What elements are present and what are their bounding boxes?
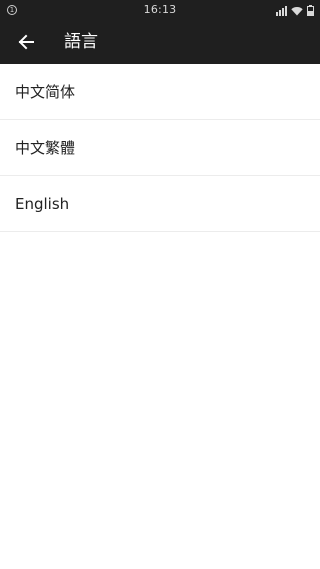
page-title: 語言 [64,32,98,52]
back-button[interactable] [10,26,42,58]
language-label: English [15,194,70,213]
language-item-english[interactable]: English [0,176,320,232]
status-bar: 1 16:13 [0,0,320,20]
language-list: 中文简体 中文繁體 English [0,64,320,232]
wifi-icon [291,7,303,16]
arrow-left-icon [18,34,34,50]
status-icons [276,4,314,16]
status-time: 16:13 [143,3,177,16]
language-label: 中文繁體 [15,139,76,157]
language-item-traditional-chinese[interactable]: 中文繁體 [0,120,320,176]
language-item-simplified-chinese[interactable]: 中文简体 [0,64,320,120]
language-label: 中文简体 [15,83,76,101]
battery-icon [307,5,314,16]
toolbar: 語言 [0,20,320,64]
signal-icon [276,6,287,16]
